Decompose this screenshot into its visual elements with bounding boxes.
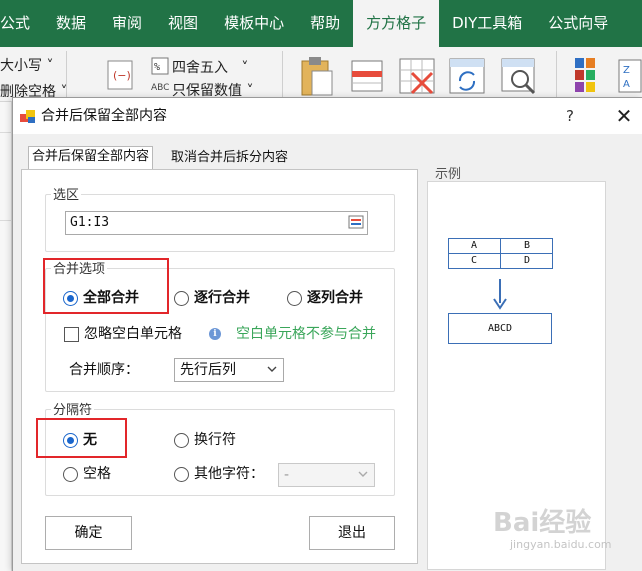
ribbon-tab-templates[interactable]: 模板中心 (211, 0, 297, 47)
range-input[interactable]: G1:I3 (65, 211, 368, 235)
case-menu-button[interactable]: 大小写 ˅ (0, 55, 53, 75)
grid-line (0, 132, 12, 133)
color-grid-icon[interactable] (572, 55, 606, 95)
dialog-title: 合并后保留全部内容 (41, 108, 167, 124)
merge-dialog: 合并后保留全部内容 ? ✕ 合并后保留全部内容 取消合并后拆分内容 选区 G1:… (12, 97, 642, 571)
arrow-down-icon (493, 279, 507, 310)
merge-by-column-radio[interactable] (287, 291, 302, 306)
merge-order-select[interactable]: 先行后列 (174, 358, 284, 382)
svg-text:(−): (−) (113, 69, 131, 82)
help-button[interactable]: ? (553, 98, 587, 134)
ignore-blank-checkbox[interactable] (64, 327, 79, 342)
merge-order-value: 先行后列 (180, 362, 236, 378)
ignore-blank-label[interactable]: 忽略空白单元格 (84, 325, 182, 343)
sep-other-value: - (284, 467, 290, 483)
svg-text:A: A (623, 79, 630, 90)
example-cell-a: A (470, 240, 478, 251)
delete-cells-icon[interactable] (396, 55, 440, 97)
ok-button[interactable]: 确定 (45, 516, 132, 550)
example-title: 示例 (435, 167, 462, 182)
swap-icon[interactable] (446, 55, 490, 97)
clipboard-icon[interactable] (298, 55, 336, 97)
sep-other-label[interactable]: 其他字符： (194, 465, 264, 483)
example-cell-d: D (523, 255, 531, 266)
chevron-down-icon (267, 366, 277, 372)
round-formula-icon[interactable]: (−) (104, 57, 138, 91)
ribbon-tab-formulas[interactable]: 公式 (0, 0, 43, 47)
find-icon[interactable] (498, 55, 540, 97)
app-logo-icon (20, 110, 35, 123)
sep-newline-label[interactable]: 换行符 (194, 431, 236, 449)
ribbon-separator (282, 51, 283, 97)
example-cell-b: B (523, 240, 531, 251)
separator-group-title: 分隔符 (51, 399, 95, 418)
merge-by-row-radio[interactable] (174, 291, 189, 306)
example-result: ABCD (448, 313, 552, 344)
range-select-icon[interactable] (348, 214, 364, 230)
dialog-titlebar[interactable]: 合并后保留全部内容 ? ✕ (13, 98, 642, 134)
info-icon: i (209, 328, 221, 340)
merge-order-label: 合并顺序： (69, 362, 139, 378)
ribbon-separator (66, 51, 67, 97)
tab-merge-keep[interactable]: 合并后保留全部内容 (28, 146, 154, 170)
svg-text:%: % (154, 62, 160, 73)
ribbon-tab-fangfanggezi[interactable]: 方方格子 (353, 0, 440, 47)
watermark-logo: Bai经验 (493, 508, 592, 538)
ribbon-tab-bar: 公式 数据 审阅 视图 模板中心 帮助 方方格子 DIY工具箱 公式向导 (0, 0, 642, 47)
highlight-merge-all (43, 258, 169, 314)
merge-by-row-label[interactable]: 逐行合并 (194, 289, 250, 307)
grid-line (0, 220, 12, 221)
ribbon-tab-diy-toolbox[interactable]: DIY工具箱 (439, 0, 535, 47)
example-cell-c: C (470, 255, 478, 266)
ribbon-tab-help[interactable]: 帮助 (297, 0, 353, 47)
sort-az-icon[interactable]: Z A (616, 57, 642, 95)
ribbon-tab-view[interactable]: 视图 (155, 0, 211, 47)
ribbon-separator (556, 51, 557, 97)
sep-space-label[interactable]: 空格 (83, 465, 111, 483)
close-button[interactable]: ✕ (605, 98, 642, 134)
abc-icon: ABC (151, 83, 170, 93)
sep-other-select[interactable]: - (278, 463, 375, 487)
tab-unmerge-split[interactable]: 取消合并后拆分内容 (168, 148, 291, 170)
highlight-sep-none (36, 418, 127, 458)
round-label: 四舍五入 (172, 60, 228, 76)
ribbon-tab-data[interactable]: 数据 (43, 0, 99, 47)
ribbon-tab-review[interactable]: 审阅 (99, 0, 155, 47)
round-icon: % (151, 57, 169, 75)
round-button[interactable]: 四舍五入 ˅ (172, 57, 248, 77)
sep-newline-radio[interactable] (174, 433, 189, 448)
range-group-title: 选区 (51, 184, 82, 203)
chevron-down-icon (358, 471, 368, 477)
worksheet-edge (0, 102, 12, 571)
merge-by-column-label[interactable]: 逐列合并 (307, 289, 363, 307)
watermark-url: jingyan.baidu.com (510, 538, 612, 551)
svg-text:Z: Z (623, 65, 630, 76)
ribbon-panel: 大小写 ˅ 删除空格 ˅ (−) % 四舍五入 ˅ ABC 只保留数值 ˅ Z … (0, 47, 642, 102)
case-label: 大小写 (0, 58, 42, 74)
ribbon-tab-formula-wizard[interactable]: 公式向导 (535, 0, 621, 47)
exit-button[interactable]: 退出 (309, 516, 395, 550)
ignore-blank-hint: 空白单元格不参与合并 (236, 326, 376, 342)
sep-space-radio[interactable] (63, 467, 78, 482)
row-merge-icon[interactable] (348, 57, 388, 95)
sep-other-radio[interactable] (174, 467, 189, 482)
